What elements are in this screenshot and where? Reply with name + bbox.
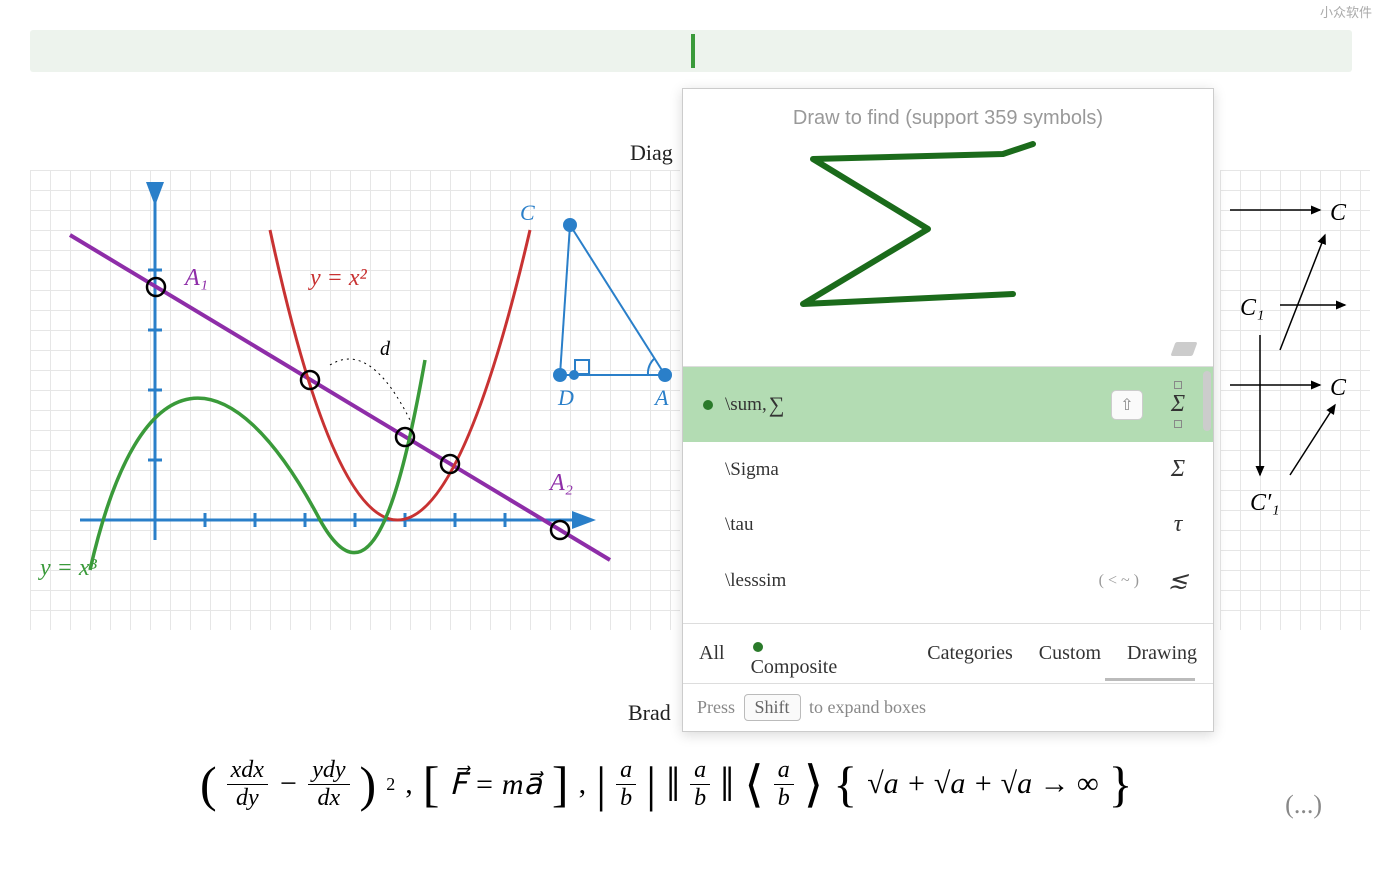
watermark-text: 小众软件	[1320, 2, 1372, 21]
section-title-diagrams: Diag	[630, 140, 673, 166]
formula-row: ( xdxdy − ydydx )2 , [F⃗ = ma⃗] , | ab |…	[200, 755, 1342, 813]
commutative-diagram: C C₁ C C′₁	[1220, 180, 1380, 520]
svg-text:y = x²: y = x²	[308, 265, 368, 291]
scrollbar-thumb[interactable]	[1203, 371, 1211, 431]
result-sum[interactable]: \sum, ∑ ⇧ Σ	[683, 367, 1213, 442]
svg-text:C₁: C₁	[1240, 295, 1264, 321]
tab-composite[interactable]: Composite	[751, 642, 838, 679]
draw-canvas[interactable]: Draw to find (support 359 symbols)	[683, 89, 1213, 367]
result-tau[interactable]: \tau τ	[683, 497, 1213, 552]
tab-categories[interactable]: Categories	[927, 642, 1013, 679]
result-Sigma[interactable]: \Sigma Σ	[683, 442, 1213, 497]
drawn-sigma	[683, 89, 1213, 367]
ellipsis: (...)	[1285, 790, 1322, 820]
tab-underline	[1105, 678, 1195, 681]
svg-text:A₂: A₂	[548, 470, 573, 496]
editor-input-bar[interactable]	[30, 30, 1352, 72]
symbol-results-list: \sum, ∑ ⇧ Σ \Sigma Σ \tau τ \lesssim ( <…	[683, 367, 1213, 623]
svg-text:d: d	[380, 338, 391, 360]
svg-text:y = x³: y = x³	[38, 555, 98, 581]
shift-key-label: Shift	[744, 694, 801, 721]
svg-text:D: D	[557, 385, 574, 410]
composite-dot-icon	[753, 642, 763, 652]
panel-tabs: All Composite Categories Custom Drawing	[683, 623, 1213, 683]
svg-text:C: C	[520, 200, 535, 225]
symbol-search-panel: Draw to find (support 359 symbols) \sum,…	[682, 88, 1214, 732]
input-cursor	[691, 34, 695, 68]
tab-all[interactable]: All	[699, 642, 725, 679]
shift-key-icon: ⇧	[1111, 390, 1143, 420]
footer-hint: Press Shift to expand boxes	[683, 683, 1213, 731]
svg-text:C: C	[1330, 200, 1347, 226]
svg-text:C′₁: C′₁	[1250, 490, 1280, 516]
result-lesssim[interactable]: \lesssim ( < ~ ) ≲	[683, 552, 1213, 609]
result-mathbbZ[interactable]: \mathbb{Z} ℤ	[683, 609, 1213, 623]
section-title-brackets: Brad	[628, 700, 671, 726]
svg-text:A₁: A₁	[183, 265, 208, 291]
function-graph: A₁ A₂ y = x² y = x³ d C D A	[30, 170, 690, 640]
tab-drawing[interactable]: Drawing	[1127, 642, 1197, 679]
tab-custom[interactable]: Custom	[1039, 642, 1101, 679]
svg-text:A: A	[653, 385, 669, 410]
svg-text:C: C	[1330, 375, 1347, 401]
